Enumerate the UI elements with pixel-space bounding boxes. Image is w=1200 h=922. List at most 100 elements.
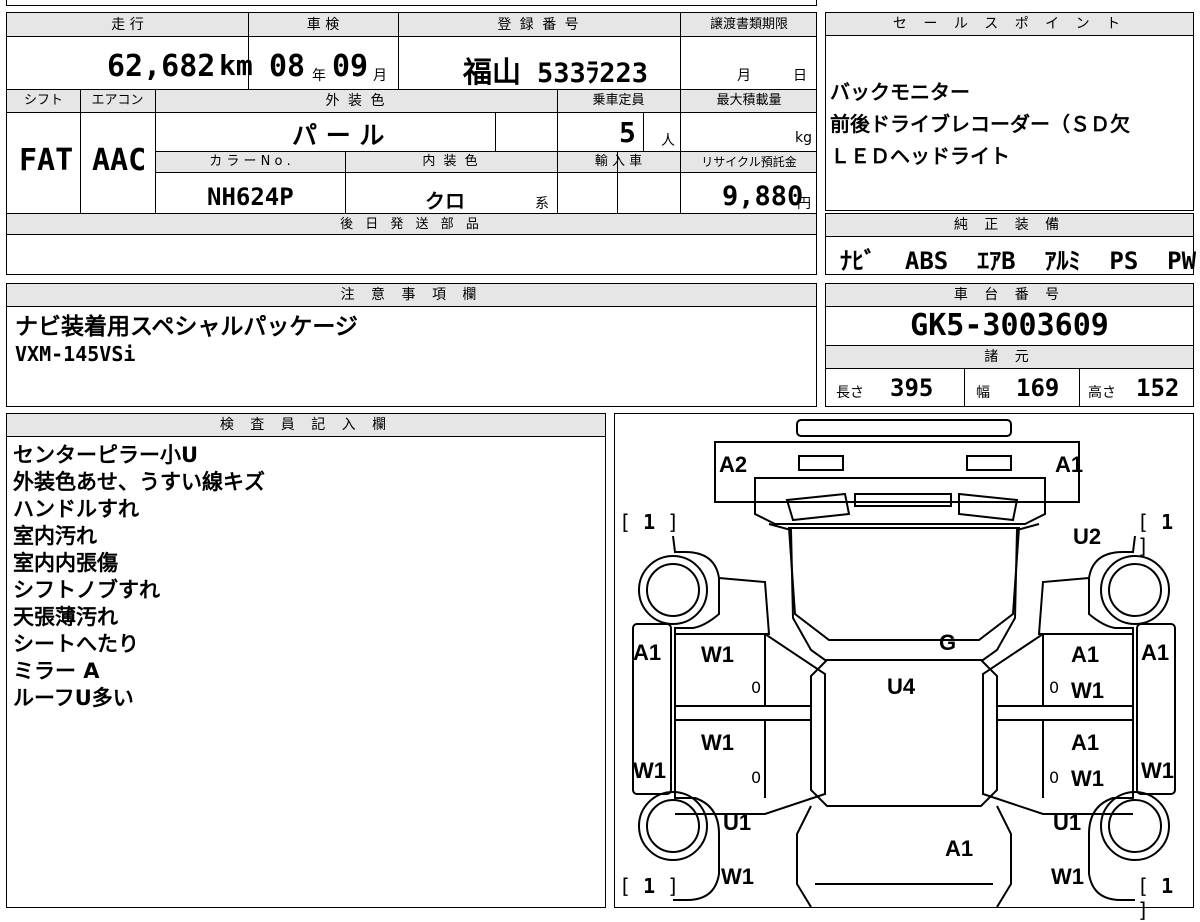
divider (557, 89, 558, 213)
divider (680, 13, 681, 213)
inspector-line: 天張薄汚れ (13, 605, 118, 629)
registration-label: 登 録 番 号 (497, 17, 581, 33)
interior-suffix: 系 (535, 196, 549, 212)
deadline-day-unit: 日 (793, 68, 807, 84)
interior-label: 内 装 色 (422, 154, 480, 169)
shift-label: シフト (23, 93, 63, 108)
import-label: 輸 入 車 (594, 154, 643, 169)
chassis-number: GK5-3003609 (910, 308, 1109, 343)
code-right-rear-side: W1 (1141, 758, 1174, 783)
capacity-value: 5 (619, 116, 636, 149)
chassis-label: 車 台 番 号 (826, 284, 1193, 307)
divider (248, 13, 249, 89)
sales-points-list: バックモニター 前後ドライブレコーダー（ＳＤ欠 ＬＥＤヘッドライト (830, 79, 1130, 169)
vehicle-info-table: 走 行 車 検 登 録 番 号 譲渡書類期限 62,682 km 08 年 09… (6, 12, 817, 275)
divider (155, 89, 156, 213)
divider (80, 89, 81, 213)
inspector-box: 検 査 員 記 入 欄 センターピラー小U 外装色あせ、うすい線キズ ハンドルす… (6, 413, 606, 908)
divider (964, 368, 965, 406)
sales-point: ＬＥＤヘッドライト (830, 144, 1010, 168)
later-parts-label: 後 日 発 送 部 品 (7, 213, 816, 235)
inspector-line: ハンドルすれ (13, 497, 139, 521)
width-value: 169 (1016, 374, 1060, 402)
note-line: VXM-145VSi (15, 342, 136, 366)
sales-points-box: セ ー ル ス ポ イ ン ト バックモニター 前後ドライブレコーダー（ＳＤ欠 … (825, 12, 1194, 211)
notes-label: 注 意 事 項 欄 (7, 284, 816, 307)
maxload-label: 最大積載量 (716, 93, 782, 108)
code-fender-fr: U2 (1073, 524, 1102, 549)
inspector-line: 外装色あせ、うすい線キズ (13, 470, 265, 494)
inspection-year-unit: 年 (312, 68, 326, 84)
zero-mark: 0 (751, 768, 762, 787)
inspection-month: 09 (332, 49, 369, 84)
code-right-rear-door-a: A1 (1071, 730, 1100, 755)
inspector-line: シフトノブすれ (13, 578, 160, 602)
zero-mark: 0 (751, 678, 762, 697)
inspection-label: 車 検 (306, 17, 340, 33)
specs-label: 諸 元 (826, 346, 1193, 369)
code-hood: G (939, 630, 957, 655)
specs-box: 諸 元 長さ 395 幅 169 高さ 152 (825, 345, 1194, 407)
exterior-label: 外 装 色 (325, 93, 387, 109)
divider (643, 113, 644, 151)
inspector-line: 室内内張傷 (13, 551, 118, 575)
shift-value: FAT (19, 143, 74, 178)
divider (495, 113, 496, 151)
code-right-side: A1 (1141, 640, 1170, 665)
interior-color: クロ (425, 189, 465, 213)
code-right-rear-fender: U1 (1053, 810, 1082, 835)
aircon-label: エアコン (91, 93, 144, 108)
inspector-line: 室内汚れ (13, 524, 97, 548)
inspection-month-unit: 月 (373, 68, 387, 84)
height-label: 高さ (1088, 385, 1116, 401)
note-line: ナビ装着用スペシャルパッケージ (15, 314, 358, 340)
length-label: 長さ (836, 385, 864, 401)
capacity-unit: 人 (661, 133, 675, 149)
inspector-lines: センターピラー小U 外装色あせ、うすい線キズ ハンドルすれ 室内汚れ 室内内張傷… (13, 442, 265, 712)
chassis-box: 車 台 番 号 GK5-3003609 (825, 283, 1194, 347)
code-right-front-door-w: W1 (1071, 678, 1104, 703)
code-rear-center: A1 (945, 836, 974, 861)
colorno-value: NH624P (207, 183, 294, 211)
code-left-rear-door: W1 (701, 730, 734, 755)
divider (345, 151, 346, 213)
equipment-label: 純 正 装 備 (826, 214, 1193, 237)
notes-box: 注 意 事 項 欄 ナビ装着用スペシャルパッケージ VXM-145VSi (6, 283, 817, 407)
code-roof: U4 (887, 674, 916, 699)
code-right-rear-door-w: W1 (1071, 766, 1104, 791)
mileage-value: 62,682 (107, 49, 216, 84)
divider (617, 151, 618, 213)
recycle-label: リサイクル預託金 (701, 155, 797, 169)
code-front-right: A1 (1055, 452, 1084, 477)
height-value: 152 (1136, 374, 1180, 402)
capacity-label: 乗車定員 (592, 93, 645, 108)
vehicle-diagram: [ 1 ] [ 1 ] [ 1 ] [ 1 ] A2 A1 U2 G U4 A1… (614, 413, 1194, 922)
sales-points-label: セ ー ル ス ポ イ ン ト (826, 13, 1193, 36)
top-edge-strip (6, 0, 817, 6)
zero-mark: 0 (1049, 768, 1060, 787)
zero-mark: 0 (1049, 678, 1060, 697)
inspector-line: センターピラー小U (13, 443, 199, 467)
tire-bracket-rl: [ 1 ] (619, 874, 680, 898)
inspector-label: 検 査 員 記 入 欄 (7, 414, 605, 437)
inspector-line: ルーフU多い (13, 686, 134, 710)
recycle-value: 9,880 (722, 181, 804, 212)
tire-bracket-fl: [ 1 ] (619, 510, 680, 534)
mileage-label: 走 行 (111, 17, 144, 33)
deadline-label: 譲渡書類期限 (709, 17, 788, 32)
code-left-front-door: W1 (701, 642, 734, 667)
deadline-month-unit: 月 (737, 68, 751, 84)
divider (398, 13, 399, 89)
sales-point: 前後ドライブレコーダー（ＳＤ欠 (830, 112, 1130, 136)
code-left-side: A1 (633, 640, 662, 665)
inspector-line: ミラー A (13, 659, 100, 683)
code-right-rear-bottom: W1 (1051, 864, 1084, 889)
aircon-value: AAC (92, 143, 147, 178)
exterior-color: パ ー ル (292, 121, 385, 150)
registration-place: 福山 (463, 55, 522, 89)
code-left-rear-side: W1 (633, 758, 666, 783)
maxload-unit: kg (795, 130, 812, 146)
code-right-front-door-a: A1 (1071, 642, 1100, 667)
tire-bracket-rr: [ 1 ] (1137, 874, 1174, 922)
code-left-rear-bottom: W1 (721, 864, 754, 889)
